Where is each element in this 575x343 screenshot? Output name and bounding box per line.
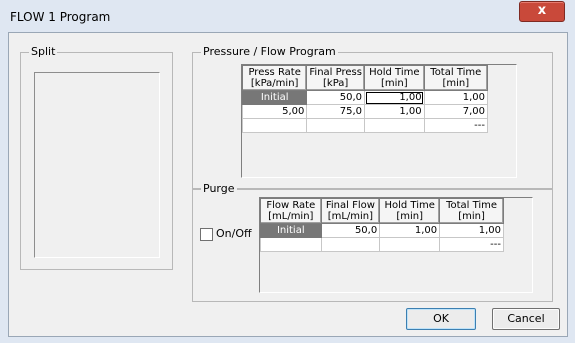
table-cell: Initial — [260, 223, 322, 238]
col-final-flow: Final Flow [mL/min] — [320, 198, 381, 224]
table-cell[interactable]: 50,0 — [306, 90, 365, 105]
table-row: --- — [260, 237, 504, 252]
table-cell[interactable] — [320, 237, 381, 252]
table-cell: --- — [423, 118, 489, 133]
purge-group: Purge On/Off Flow Rate [mL/min] Final Flo… — [192, 182, 553, 302]
table-cell[interactable]: 75,0 — [306, 104, 365, 119]
col-purge-total-time: Total Time [min] — [439, 198, 504, 224]
col-hold-time: Hold Time [min] — [364, 65, 425, 91]
col-purge-total-time-label: Total Time [min] — [446, 200, 498, 222]
table-cell[interactable]: 1,00 — [379, 223, 441, 238]
dialog-window: FLOW 1 Program x Split Pressure / Flow P… — [0, 0, 575, 343]
col-total-time: Total Time [min] — [423, 65, 489, 91]
col-purge-hold-time: Hold Time [min] — [379, 198, 441, 224]
col-final-press-label: Final Press [kPa] — [309, 67, 362, 89]
table-cell: 7,00 — [423, 104, 489, 119]
table-row: 5,00 75,0 1,00 7,00 — [241, 104, 489, 119]
dialog-body: Split Pressure / Flow Program Press Rate… — [8, 32, 568, 337]
close-icon: x — [537, 3, 547, 18]
col-press-rate-label: Press Rate [kPa/min] — [248, 67, 301, 89]
purge-on-off-checkbox[interactable] — [200, 228, 213, 241]
pressure-flow-table: Press Rate [kPa/min] Final Press [kPa] Hol… — [241, 65, 489, 133]
window-title: FLOW 1 Program — [10, 10, 111, 24]
col-final-flow-label: Final Flow [mL/min] — [325, 200, 375, 222]
col-total-time-label: Total Time [min] — [430, 67, 482, 89]
purge-group-label: Purge — [201, 182, 237, 196]
purge-on-off-label: On/Off — [216, 227, 252, 240]
split-group-label: Split — [29, 45, 58, 59]
table-cell[interactable]: 1,00 — [364, 104, 425, 119]
col-hold-time-label: Hold Time [min] — [369, 67, 420, 89]
table-cell: 1,00 — [423, 90, 489, 105]
purge-grid-box: Flow Rate [mL/min] Final Flow [mL/min] Hol… — [259, 197, 533, 293]
table-cell[interactable]: 5,00 — [241, 104, 308, 119]
pressure-flow-group: Pressure / Flow Program Press Rate [kPa/m… — [192, 45, 553, 189]
table-cell[interactable] — [260, 237, 322, 252]
table-cell[interactable] — [364, 118, 425, 133]
table-cell[interactable]: 1,00 — [364, 90, 425, 105]
split-group: Split — [20, 45, 173, 270]
split-panel — [34, 72, 160, 258]
table-cell[interactable] — [379, 237, 441, 252]
ok-button[interactable]: OK — [406, 308, 476, 330]
col-flow-rate: Flow Rate [mL/min] — [260, 198, 322, 224]
pressure-flow-group-label: Pressure / Flow Program — [201, 45, 338, 59]
close-button[interactable]: x — [519, 1, 565, 22]
purge-table: Flow Rate [mL/min] Final Flow [mL/min] Hol… — [260, 198, 504, 252]
table-row: Initial 50,0 1,00 1,00 — [260, 223, 504, 238]
col-flow-rate-label: Flow Rate [mL/min] — [266, 200, 316, 222]
table-row: --- — [241, 118, 489, 133]
col-final-press: Final Press [kPa] — [306, 65, 365, 91]
table-cell: 1,00 — [439, 223, 504, 238]
table-cell[interactable]: 50,0 — [320, 223, 381, 238]
col-press-rate: Press Rate [kPa/min] — [241, 65, 308, 91]
pressure-grid-box: Press Rate [kPa/min] Final Press [kPa] Hol… — [241, 64, 517, 178]
table-header-row: Press Rate [kPa/min] Final Press [kPa] Hol… — [241, 65, 489, 91]
table-cell[interactable] — [241, 118, 308, 133]
table-cell: Initial — [241, 90, 308, 105]
cancel-button[interactable]: Cancel — [492, 308, 560, 330]
table-cell: --- — [439, 237, 504, 252]
title-bar: FLOW 1 Program x — [0, 0, 575, 32]
table-cell[interactable] — [306, 118, 365, 133]
table-row: Initial 50,0 1,00 1,00 — [241, 90, 489, 105]
col-purge-hold-time-label: Hold Time [min] — [384, 200, 435, 222]
table-header-row: Flow Rate [mL/min] Final Flow [mL/min] Hol… — [260, 198, 504, 224]
